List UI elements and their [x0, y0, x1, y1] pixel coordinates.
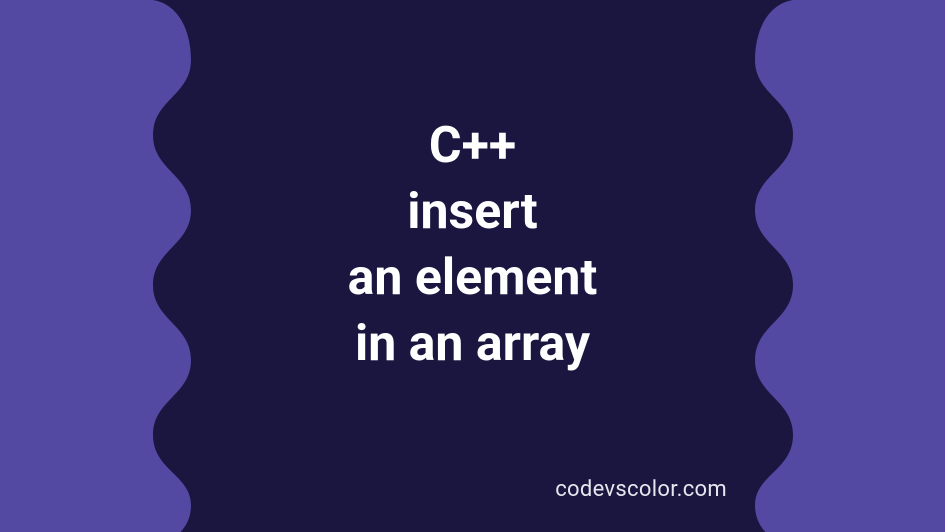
title-line-1: C++ — [348, 113, 598, 179]
banner-graphic: C++ insert an element in an array codevs… — [0, 0, 945, 532]
watermark: codevscolor.com — [555, 477, 727, 502]
title-line-2: insert — [348, 179, 598, 245]
title-line-4: in an array — [348, 311, 598, 377]
title-line-3: an element — [348, 245, 598, 311]
title: C++ insert an element in an array — [348, 113, 598, 377]
